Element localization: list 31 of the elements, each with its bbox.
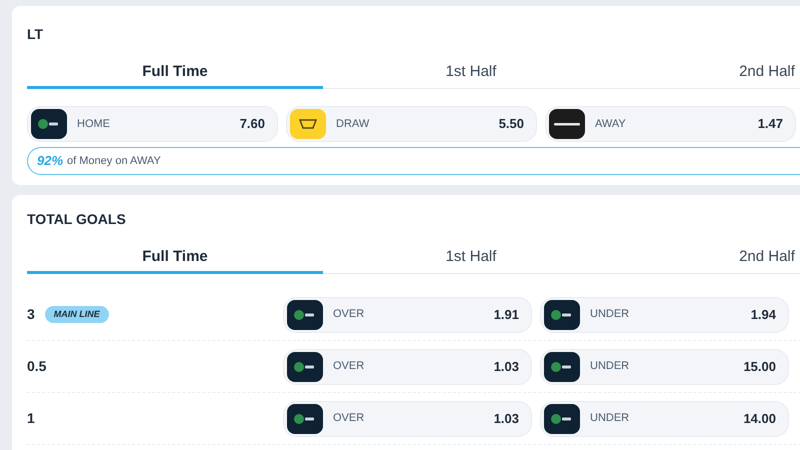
- odds-button[interactable]: HOME 7.60: [27, 106, 278, 142]
- odds-button[interactable]: OVER 1.91: [283, 296, 532, 332]
- odds-button[interactable]: OVER 1.03: [283, 348, 532, 384]
- bookmaker-logo-icon: [544, 300, 580, 330]
- odds-button[interactable]: AWAY 1.47: [545, 106, 796, 142]
- bookmaker-logo-icon: [287, 352, 323, 382]
- bookmaker-logo-icon: [287, 300, 323, 330]
- goal-line: 0.5: [27, 357, 46, 376]
- goal-line: 1: [27, 409, 35, 428]
- period-tab[interactable]: Full Time: [27, 244, 323, 274]
- odds-button[interactable]: OVER 1.03: [283, 400, 532, 436]
- market-title: TOTAL GOALS: [27, 210, 126, 229]
- market-title: LT: [27, 25, 44, 44]
- odds-button[interactable]: UNDER 15.00: [540, 348, 789, 384]
- period-tab[interactable]: Full Time: [27, 59, 323, 89]
- bookmaker-logo-icon: [549, 109, 585, 139]
- period-tab[interactable]: 2nd Half: [619, 59, 800, 89]
- odds-button[interactable]: DRAW 5.50: [286, 106, 537, 142]
- money-note: 92% of Money on AWAY: [27, 147, 800, 175]
- bookmaker-logo-icon: [544, 352, 580, 382]
- bookmaker-logo-icon: [287, 404, 323, 434]
- bookmaker-logo-icon: [544, 404, 580, 434]
- odds-button[interactable]: UNDER 14.00: [540, 400, 789, 436]
- period-tab[interactable]: 1st Half: [323, 59, 619, 89]
- odds-button[interactable]: UNDER 1.94: [540, 296, 789, 332]
- main-line-badge: MAIN LINE: [44, 306, 109, 324]
- bookmaker-logo-icon: [31, 109, 67, 139]
- period-tab[interactable]: 2nd Half: [619, 244, 800, 274]
- period-tab[interactable]: 1st Half: [323, 244, 619, 274]
- bookmaker-logo-icon: [290, 109, 326, 139]
- goal-line: 3: [27, 305, 35, 324]
